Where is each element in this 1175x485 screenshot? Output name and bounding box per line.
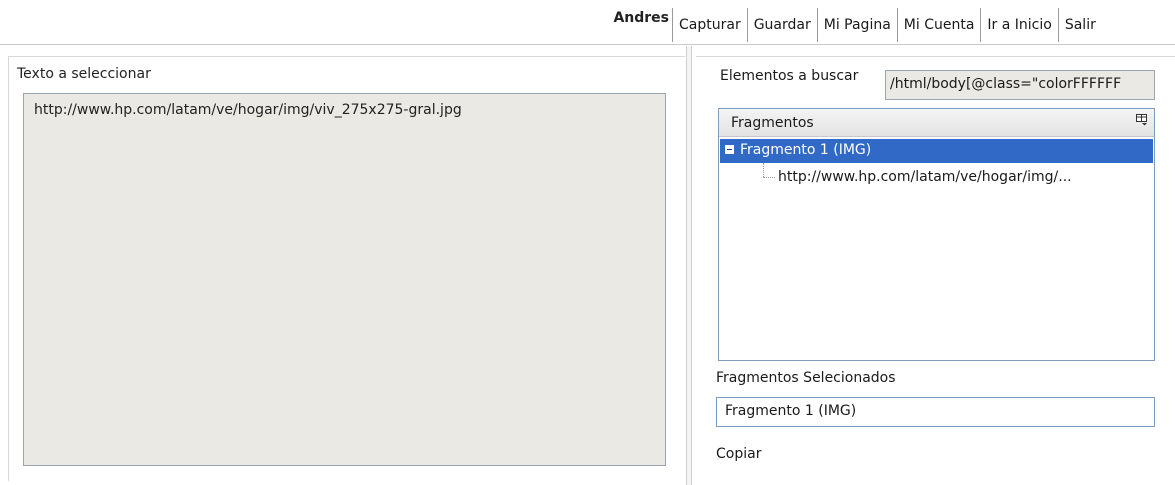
nav-guardar-link[interactable]: Guardar bbox=[746, 8, 817, 42]
nav-capturar-link[interactable]: Capturar bbox=[672, 8, 747, 42]
app-window: Andres Capturar Guardar Mi Pagina Mi Cue… bbox=[0, 0, 1175, 485]
tree-connector-line bbox=[763, 163, 764, 177]
panel-splitter[interactable] bbox=[686, 46, 692, 485]
top-bar: Andres Capturar Guardar Mi Pagina Mi Cue… bbox=[0, 0, 1175, 46]
nav-mi-pagina-link[interactable]: Mi Pagina bbox=[816, 8, 897, 42]
tree-header-label: Fragmentos bbox=[731, 115, 814, 131]
copy-link[interactable]: Copiar bbox=[716, 446, 761, 462]
nav-salir-link[interactable]: Salir bbox=[1057, 8, 1098, 42]
text-selection-title: Texto a seleccionar bbox=[17, 66, 151, 82]
column-chooser-icon[interactable] bbox=[1136, 114, 1148, 126]
search-elements-label: Elementos a buscar bbox=[720, 68, 859, 84]
tree-child-node[interactable]: http://www.hp.com/latam/ve/hogar/img/... bbox=[720, 163, 1153, 191]
top-nav: Capturar Guardar Mi Pagina Mi Cuenta Ir … bbox=[672, 8, 1098, 42]
collapse-icon[interactable] bbox=[725, 145, 734, 154]
nav-mi-cuenta-link[interactable]: Mi Cuenta bbox=[896, 8, 981, 42]
header-divider bbox=[0, 44, 1175, 45]
xpath-field[interactable]: /html/body[@class="colorFFFFFF bbox=[885, 70, 1155, 100]
tree-child-label: http://www.hp.com/latam/ve/hogar/img/... bbox=[778, 169, 1072, 185]
tree-node-label: Fragmento 1 (IMG) bbox=[740, 142, 872, 158]
tree-column-header[interactable]: Fragmentos bbox=[719, 109, 1154, 137]
tree-node-fragment[interactable]: Fragmento 1 (IMG) bbox=[720, 139, 1153, 163]
nav-ir-a-inicio-link[interactable]: Ir a Inicio bbox=[980, 8, 1057, 42]
selected-fragments-field[interactable]: Fragmento 1 (IMG) bbox=[716, 397, 1155, 427]
username-label: Andres bbox=[613, 10, 669, 26]
source-text-area[interactable]: http://www.hp.com/latam/ve/hogar/img/viv… bbox=[23, 93, 666, 466]
tree-connector-line bbox=[763, 177, 775, 178]
selected-fragments-label: Fragmentos Selecionados bbox=[716, 370, 896, 386]
fragments-tree[interactable]: Fragmentos Fragmento 1 (IMG) http://www.… bbox=[718, 108, 1155, 361]
